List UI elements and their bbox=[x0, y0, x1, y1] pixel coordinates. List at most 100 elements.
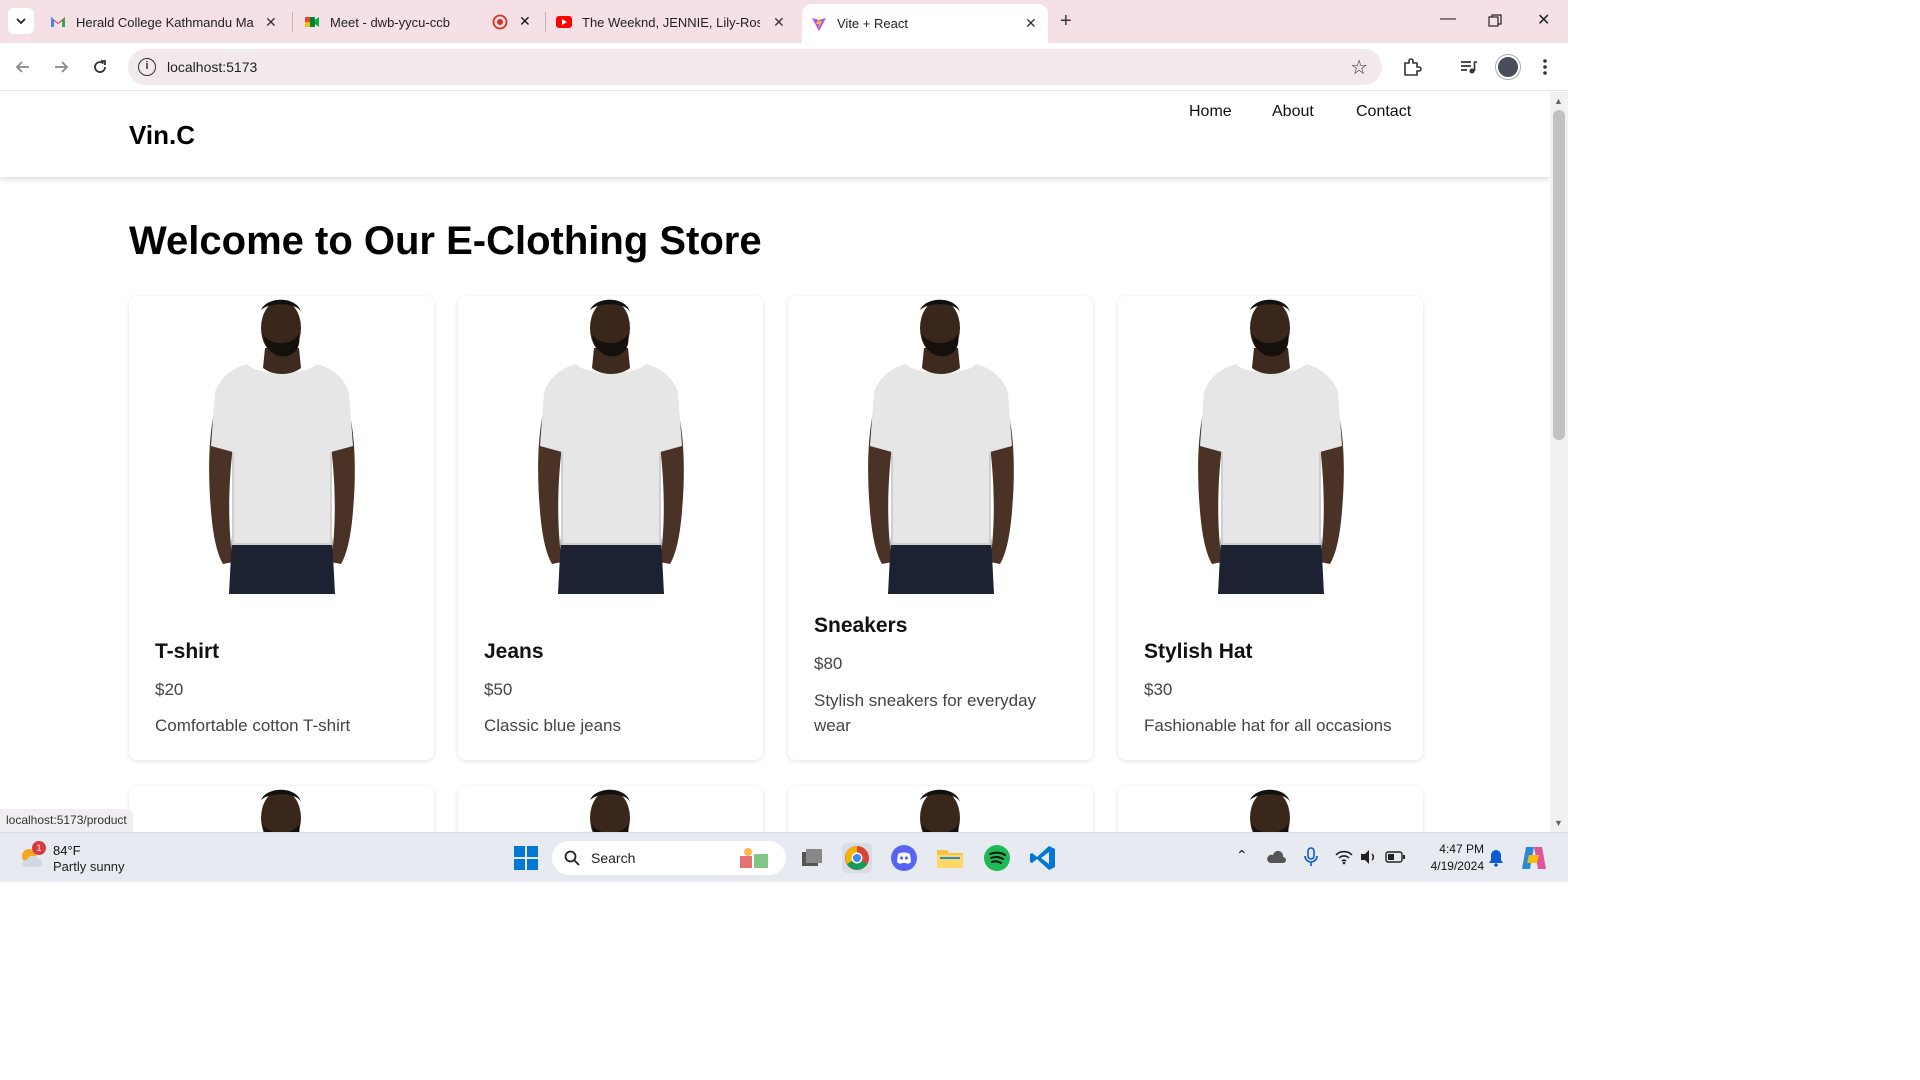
chevron-up-icon[interactable]: ⌃ bbox=[1236, 847, 1248, 864]
forward-button[interactable] bbox=[49, 55, 73, 79]
product-description: Fashionable hat for all occasions bbox=[1144, 716, 1392, 735]
product-image bbox=[867, 788, 1015, 832]
product-card[interactable] bbox=[1118, 786, 1423, 832]
product-image bbox=[208, 298, 356, 595]
volume-icon[interactable] bbox=[1359, 849, 1377, 865]
product-description: Classic blue jeans bbox=[484, 716, 622, 735]
weather-condition: Partly sunny bbox=[53, 859, 125, 874]
extensions-button[interactable] bbox=[1400, 55, 1424, 79]
system-clock[interactable]: 4:47 PM 4/19/2024 bbox=[1414, 841, 1484, 875]
page-scrollbar[interactable]: ▲ ▼ bbox=[1550, 92, 1568, 832]
product-card[interactable] bbox=[788, 786, 1093, 832]
product-card[interactable] bbox=[129, 786, 434, 832]
product-description: Comfortable cotton T-shirt bbox=[155, 716, 351, 735]
product-card[interactable]: T-shirt $20 Comfortable cotton T-shirt bbox=[129, 296, 434, 760]
product-card[interactable] bbox=[458, 786, 763, 832]
product-image bbox=[537, 788, 685, 832]
task-view-button[interactable] bbox=[797, 843, 827, 873]
browser-toolbar: i localhost:5173 ☆ bbox=[0, 43, 1568, 91]
weather-widget[interactable]: 1 84°F Partly sunny bbox=[18, 841, 168, 875]
restore-icon[interactable] bbox=[1488, 14, 1502, 28]
wifi-icon[interactable] bbox=[1335, 849, 1353, 865]
product-image bbox=[1197, 788, 1345, 832]
chrome-taskbar-app[interactable] bbox=[842, 843, 872, 873]
site-logo[interactable]: Vin.C bbox=[129, 120, 195, 151]
vscode-taskbar-app[interactable] bbox=[1028, 843, 1058, 873]
browser-tab-strip: Herald College Kathmandu Ma ✕ Meet - dwb… bbox=[0, 0, 1568, 43]
link-status-url: localhost:5173/product bbox=[0, 809, 133, 832]
start-button[interactable] bbox=[511, 843, 541, 873]
browser-menu-button[interactable] bbox=[1533, 55, 1557, 79]
tab-title: Vite + React bbox=[837, 16, 908, 31]
windows-icon bbox=[514, 846, 538, 870]
search-highlight-icon bbox=[740, 848, 768, 868]
close-icon[interactable]: ✕ bbox=[1025, 15, 1037, 32]
more-vert-icon bbox=[1543, 59, 1547, 75]
file-explorer-taskbar-app[interactable] bbox=[935, 843, 965, 873]
clock-date: 4/19/2024 bbox=[1430, 859, 1484, 873]
profile-avatar[interactable] bbox=[1496, 55, 1520, 79]
vscode-icon bbox=[1030, 846, 1055, 870]
microphone-icon[interactable] bbox=[1304, 847, 1318, 867]
battery-icon[interactable] bbox=[1385, 851, 1405, 863]
onedrive-icon[interactable] bbox=[1266, 850, 1286, 864]
page-viewport: Vin.C Home About Contact Welcome to Our … bbox=[0, 92, 1550, 832]
taskbar-search[interactable]: Search bbox=[552, 841, 786, 875]
product-card[interactable]: Jeans $50 Classic blue jeans bbox=[458, 296, 763, 760]
address-bar[interactable]: i localhost:5173 ☆ bbox=[128, 49, 1382, 85]
nav-home[interactable]: Home bbox=[1189, 103, 1232, 121]
puzzle-icon bbox=[1404, 58, 1422, 76]
nav-contact[interactable]: Contact bbox=[1356, 103, 1411, 121]
reload-icon bbox=[94, 60, 106, 73]
spotify-icon bbox=[984, 845, 1010, 871]
product-price: $20 bbox=[155, 680, 184, 699]
youtube-icon bbox=[556, 16, 572, 28]
product-image bbox=[867, 298, 1015, 595]
site-header: Vin.C Home About Contact bbox=[0, 92, 1550, 177]
arrow-left-icon bbox=[15, 61, 29, 73]
new-tab-button[interactable]: + bbox=[1060, 10, 1072, 33]
tab-gmail[interactable]: Herald College Kathmandu Ma ✕ bbox=[0, 4, 290, 40]
task-view-icon bbox=[802, 849, 822, 866]
tab-youtube[interactable]: The Weeknd, JENNIE, Lily-Rose ✕ bbox=[506, 4, 796, 40]
weather-temp: 84°F bbox=[53, 843, 81, 858]
product-price: $80 bbox=[814, 654, 843, 673]
close-window-icon[interactable]: ✕ bbox=[1537, 10, 1550, 30]
vite-icon bbox=[812, 16, 826, 31]
back-button[interactable] bbox=[11, 55, 35, 79]
media-controls-button[interactable] bbox=[1456, 55, 1480, 79]
product-card[interactable]: Sneakers $80 Stylish sneakers for everyd… bbox=[788, 296, 1093, 760]
chrome-icon bbox=[845, 846, 869, 870]
product-name: T-shirt bbox=[155, 640, 220, 663]
discord-icon bbox=[891, 845, 917, 871]
playlist-icon bbox=[1461, 61, 1477, 74]
weather-badge: 1 bbox=[32, 841, 46, 855]
discord-taskbar-app[interactable] bbox=[889, 843, 919, 873]
product-description: Stylish sneakers for everyday wear bbox=[814, 691, 1037, 735]
product-card[interactable]: Stylish Hat $30 Fashionable hat for all … bbox=[1118, 296, 1423, 760]
product-name: Jeans bbox=[484, 640, 544, 663]
spotify-taskbar-app[interactable] bbox=[982, 843, 1012, 873]
tab-title: The Weeknd, JENNIE, Lily-Rose bbox=[582, 14, 760, 30]
reload-button[interactable] bbox=[88, 55, 112, 79]
tab-vite-react[interactable]: Vite + React ✕ bbox=[802, 4, 1048, 43]
product-name: Sneakers bbox=[814, 614, 908, 637]
copilot-icon[interactable] bbox=[1520, 845, 1548, 871]
bookmark-star-icon[interactable]: ☆ bbox=[1350, 55, 1368, 80]
close-icon[interactable]: ✕ bbox=[773, 14, 785, 31]
nav-about[interactable]: About bbox=[1272, 103, 1314, 121]
site-info-icon[interactable]: i bbox=[138, 58, 156, 76]
notification-bell-icon[interactable] bbox=[1488, 849, 1504, 867]
product-name: Stylish Hat bbox=[1144, 640, 1253, 663]
product-price: $30 bbox=[1144, 680, 1173, 699]
arrow-right-icon bbox=[55, 61, 69, 73]
scroll-down-icon[interactable]: ▼ bbox=[1554, 818, 1563, 828]
minimize-icon[interactable]: — bbox=[1440, 10, 1456, 28]
scroll-up-icon[interactable]: ▲ bbox=[1554, 96, 1563, 106]
scrollbar-thumb[interactable] bbox=[1553, 110, 1565, 440]
windows-taskbar: 1 84°F Partly sunny Search ⌃ 4:47 PM 4/1… bbox=[0, 832, 1568, 882]
clock-time: 4:47 PM bbox=[1439, 842, 1484, 856]
search-label: Search bbox=[591, 850, 636, 866]
meet-icon bbox=[305, 17, 319, 27]
url-text[interactable]: localhost:5173 bbox=[167, 59, 257, 75]
